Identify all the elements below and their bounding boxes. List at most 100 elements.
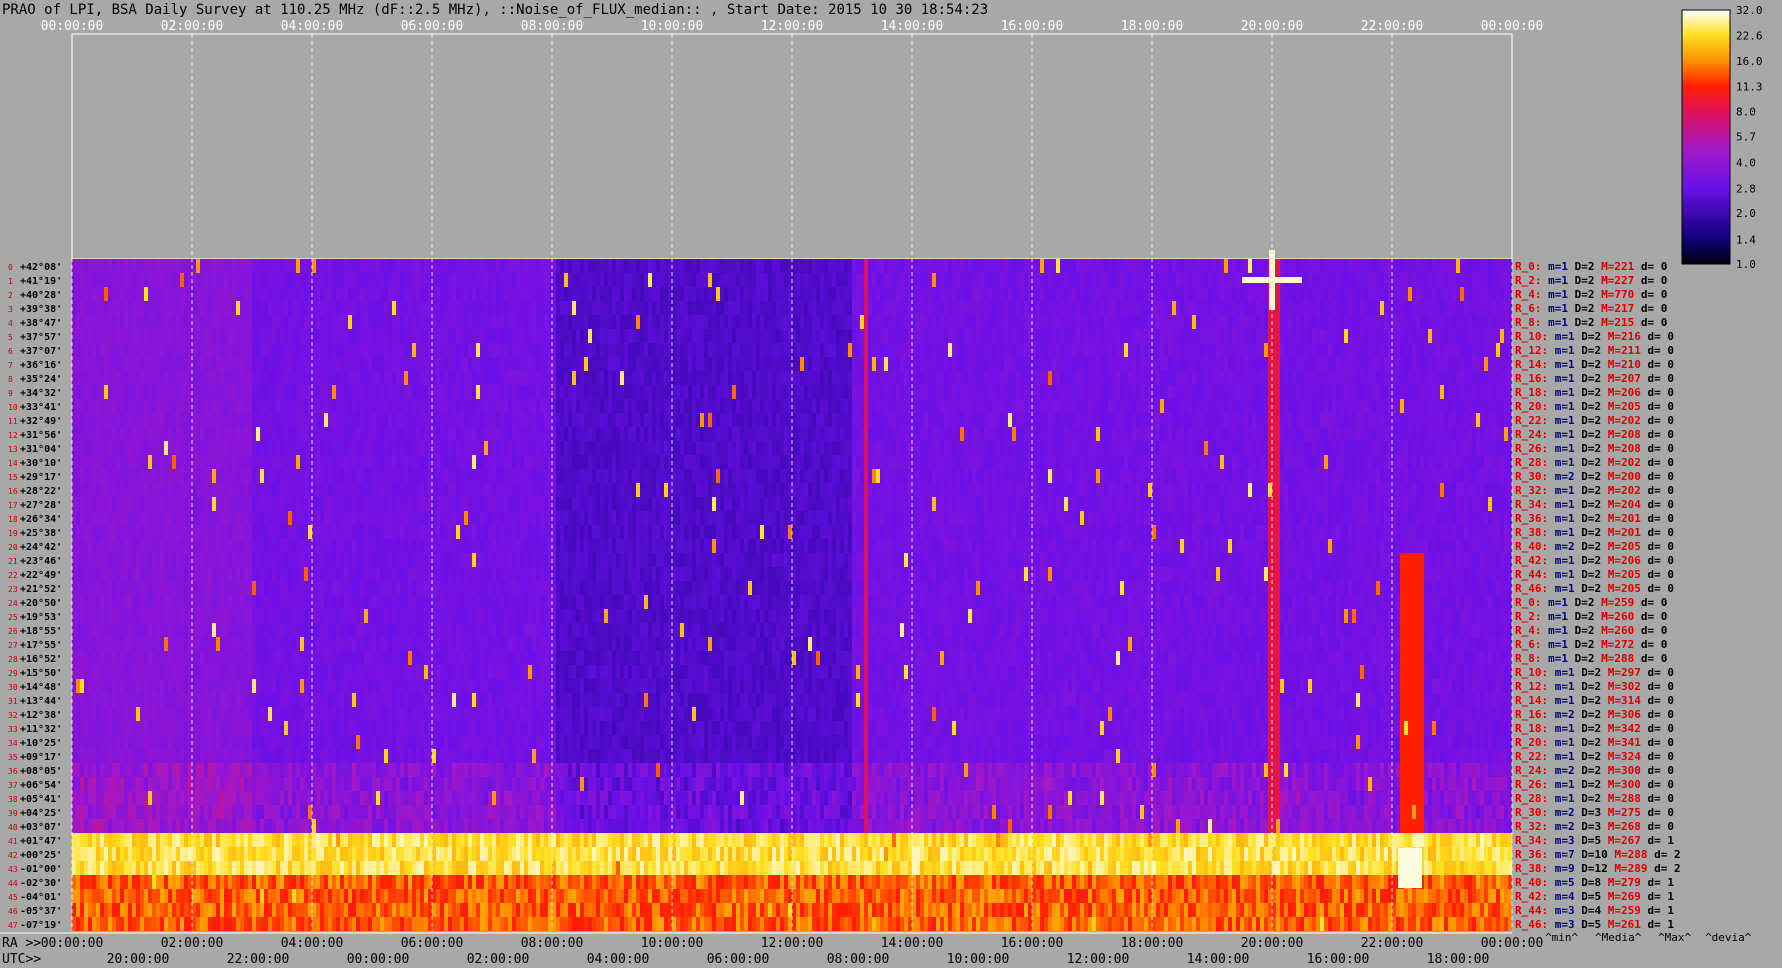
top-time-ticks: 00:00:00 02:00:00 04:00:00 06:00:00 08:00:00… [41, 19, 1544, 34]
row-stat-29: R_10: m=1 D=2 M=297 d= 0 [1515, 666, 1674, 679]
row-index-26: 26 [8, 627, 18, 636]
colorbar-tick-3: 11.3 [1736, 80, 1763, 93]
dec-label-11: +32°49' [20, 416, 62, 427]
row-index-18: 18 [8, 515, 18, 524]
top-tick-12: 00:00:00 [1481, 19, 1544, 34]
row-stat-44: R_40: m=5 D=8 M=279 d= 1 [1515, 876, 1674, 889]
row-index-0: 0 [8, 263, 13, 272]
colorbar-tick-0: 32.0 [1736, 4, 1763, 17]
row-stat-14: R_28: m=1 D=2 M=202 d= 0 [1515, 456, 1674, 469]
dec-label-31: +13°44' [20, 696, 62, 707]
dec-label-29: +15°50' [20, 668, 62, 679]
row-stat-11: R_22: m=1 D=2 M=202 d= 0 [1515, 414, 1674, 427]
dec-label-16: +28°22' [20, 486, 62, 497]
dec-label-30: +14°48' [20, 682, 62, 693]
row-stat-16: R_32: m=1 D=2 M=202 d= 0 [1515, 484, 1674, 497]
row-stat-5: R_10: m=1 D=2 M=216 d= 0 [1515, 330, 1674, 343]
ra-tick-7: 14:00:00 [881, 936, 944, 951]
ra-tick-2: 04:00:00 [281, 936, 344, 951]
legend-median: ^Media^ [1595, 931, 1642, 944]
row-stat-47: R_46: m=3 D=5 M=261 d= 1 [1515, 918, 1674, 931]
row-index-14: 14 [8, 459, 18, 468]
row-stat-19: R_38: m=1 D=2 M=201 d= 0 [1515, 526, 1674, 539]
stats-legend: ^min^ ^Media^ ^Max^ ^devia^ [1545, 931, 1752, 944]
top-tick-7: 14:00:00 [881, 19, 944, 34]
row-index-45: 45 [8, 893, 18, 902]
utc-tick-8: 12:00:00 [1067, 952, 1130, 967]
dec-label-0: +42°08' [20, 262, 62, 273]
row-index-38: 38 [8, 795, 18, 804]
dec-label-33: +11°32' [20, 724, 62, 735]
row-index-32: 32 [8, 711, 18, 720]
row-stat-9: R_18: m=1 D=2 M=206 d= 0 [1515, 386, 1674, 399]
row-index-11: 11 [8, 417, 18, 426]
row-stat-38: R_28: m=1 D=2 M=288 d= 0 [1515, 792, 1674, 805]
legend-dev: ^devia^ [1705, 931, 1752, 944]
ra-tick-1: 02:00:00 [161, 936, 224, 951]
row-stat-2: R_4: m=1 D=2 M=770 d= 0 [1515, 288, 1667, 301]
colorbar-tick-7: 2.8 [1736, 183, 1756, 196]
colorbar-gradient [1681, 9, 1731, 265]
row-index-22: 22 [8, 571, 18, 580]
row-stat-31: R_14: m=1 D=2 M=314 d= 0 [1515, 694, 1674, 707]
bottom-axes: RA >> 00:00:00 02:00:00 04:00:00 06:00:00 08:… [0, 932, 1543, 967]
row-index-43: 43 [8, 865, 18, 874]
colorbar-tick-5: 5.7 [1736, 130, 1756, 143]
ra-axis-label: RA >> [2, 936, 41, 951]
row-index-42: 42 [8, 851, 18, 860]
top-tick-0: 00:00:00 [41, 19, 104, 34]
row-stat-35: R_22: m=1 D=2 M=324 d= 0 [1515, 750, 1674, 763]
ra-tick-3: 06:00:00 [401, 936, 464, 951]
row-index-47: 47 [8, 921, 18, 930]
legend-min: ^min^ [1545, 931, 1578, 944]
row-index-3: 3 [8, 305, 13, 314]
row-stat-13: R_26: m=1 D=2 M=208 d= 0 [1515, 442, 1674, 455]
row-index-9: 9 [8, 389, 13, 398]
row-stat-30: R_12: m=1 D=2 M=302 d= 0 [1515, 680, 1674, 693]
dec-label-17: +27°28' [20, 500, 62, 511]
row-stat-23: R_46: m=1 D=2 M=205 d= 0 [1515, 582, 1674, 595]
row-index-27: 27 [8, 641, 18, 650]
row-stats: R_0: m=1 D=2 M=221 d= 0R_2: m=1 D=2 M=22… [1515, 260, 1681, 931]
row-stat-43: R_38: m=9 D=12 M=289 d= 2 [1515, 862, 1681, 875]
dec-label-20: +24°42' [20, 542, 62, 553]
utc-tick-1: 22:00:00 [227, 952, 290, 967]
dec-label-6: +37°07' [20, 346, 62, 357]
row-index-37: 37 [8, 781, 18, 790]
dec-label-38: +05°41' [20, 794, 62, 805]
top-tick-1: 02:00:00 [161, 19, 224, 34]
top-tick-6: 12:00:00 [761, 19, 824, 34]
row-index-31: 31 [8, 697, 18, 706]
dec-label-5: +37°57' [20, 332, 62, 343]
dec-label-18: +26°34' [20, 514, 62, 525]
dec-label-4: +38°47' [20, 318, 62, 329]
row-index-46: 46 [8, 907, 18, 916]
dec-label-12: +31°56' [20, 430, 62, 441]
row-index-39: 39 [8, 809, 18, 818]
ra-tick-6: 12:00:00 [761, 936, 824, 951]
dec-label-25: +19°53' [20, 612, 62, 623]
utc-tick-5: 06:00:00 [707, 952, 770, 967]
colorbar-tick-6: 4.0 [1736, 156, 1756, 169]
declination-labels: 0 +42°08' 1 +41°19' 2 +40°28' 3 +39°38' 4 +38°47'… [8, 262, 62, 931]
row-index-7: 7 [8, 361, 13, 370]
dec-label-36: +08°05' [20, 766, 62, 777]
utc-tick-0: 20:00:00 [107, 952, 170, 967]
bright-source-1 [1398, 848, 1422, 888]
colorbar-tick-4: 8.0 [1736, 106, 1756, 119]
dec-label-22: +22°49' [20, 570, 62, 581]
row-stat-42: R_36: m=7 D=10 M=288 d= 2 [1515, 848, 1681, 861]
row-stat-22: R_44: m=1 D=2 M=205 d= 0 [1515, 568, 1674, 581]
row-stat-6: R_12: m=1 D=2 M=211 d= 0 [1515, 344, 1674, 357]
row-stat-28: R_8: m=1 D=2 M=288 d= 0 [1515, 652, 1667, 665]
row-stat-32: R_16: m=2 D=2 M=306 d= 0 [1515, 708, 1674, 721]
colorbar-tick-2: 16.0 [1736, 55, 1763, 68]
row-stat-24: R_0: m=1 D=2 M=259 d= 0 [1515, 596, 1667, 609]
row-stat-46: R_44: m=3 D=4 M=259 d= 1 [1515, 904, 1674, 917]
row-index-44: 44 [8, 879, 18, 888]
dec-label-41: +01°47' [20, 836, 62, 847]
row-stat-25: R_2: m=1 D=2 M=260 d= 0 [1515, 610, 1667, 623]
dec-label-19: +25°38' [20, 528, 62, 539]
row-stat-39: R_30: m=2 D=3 M=275 d= 0 [1515, 806, 1674, 819]
dec-label-15: +29°17' [20, 472, 62, 483]
